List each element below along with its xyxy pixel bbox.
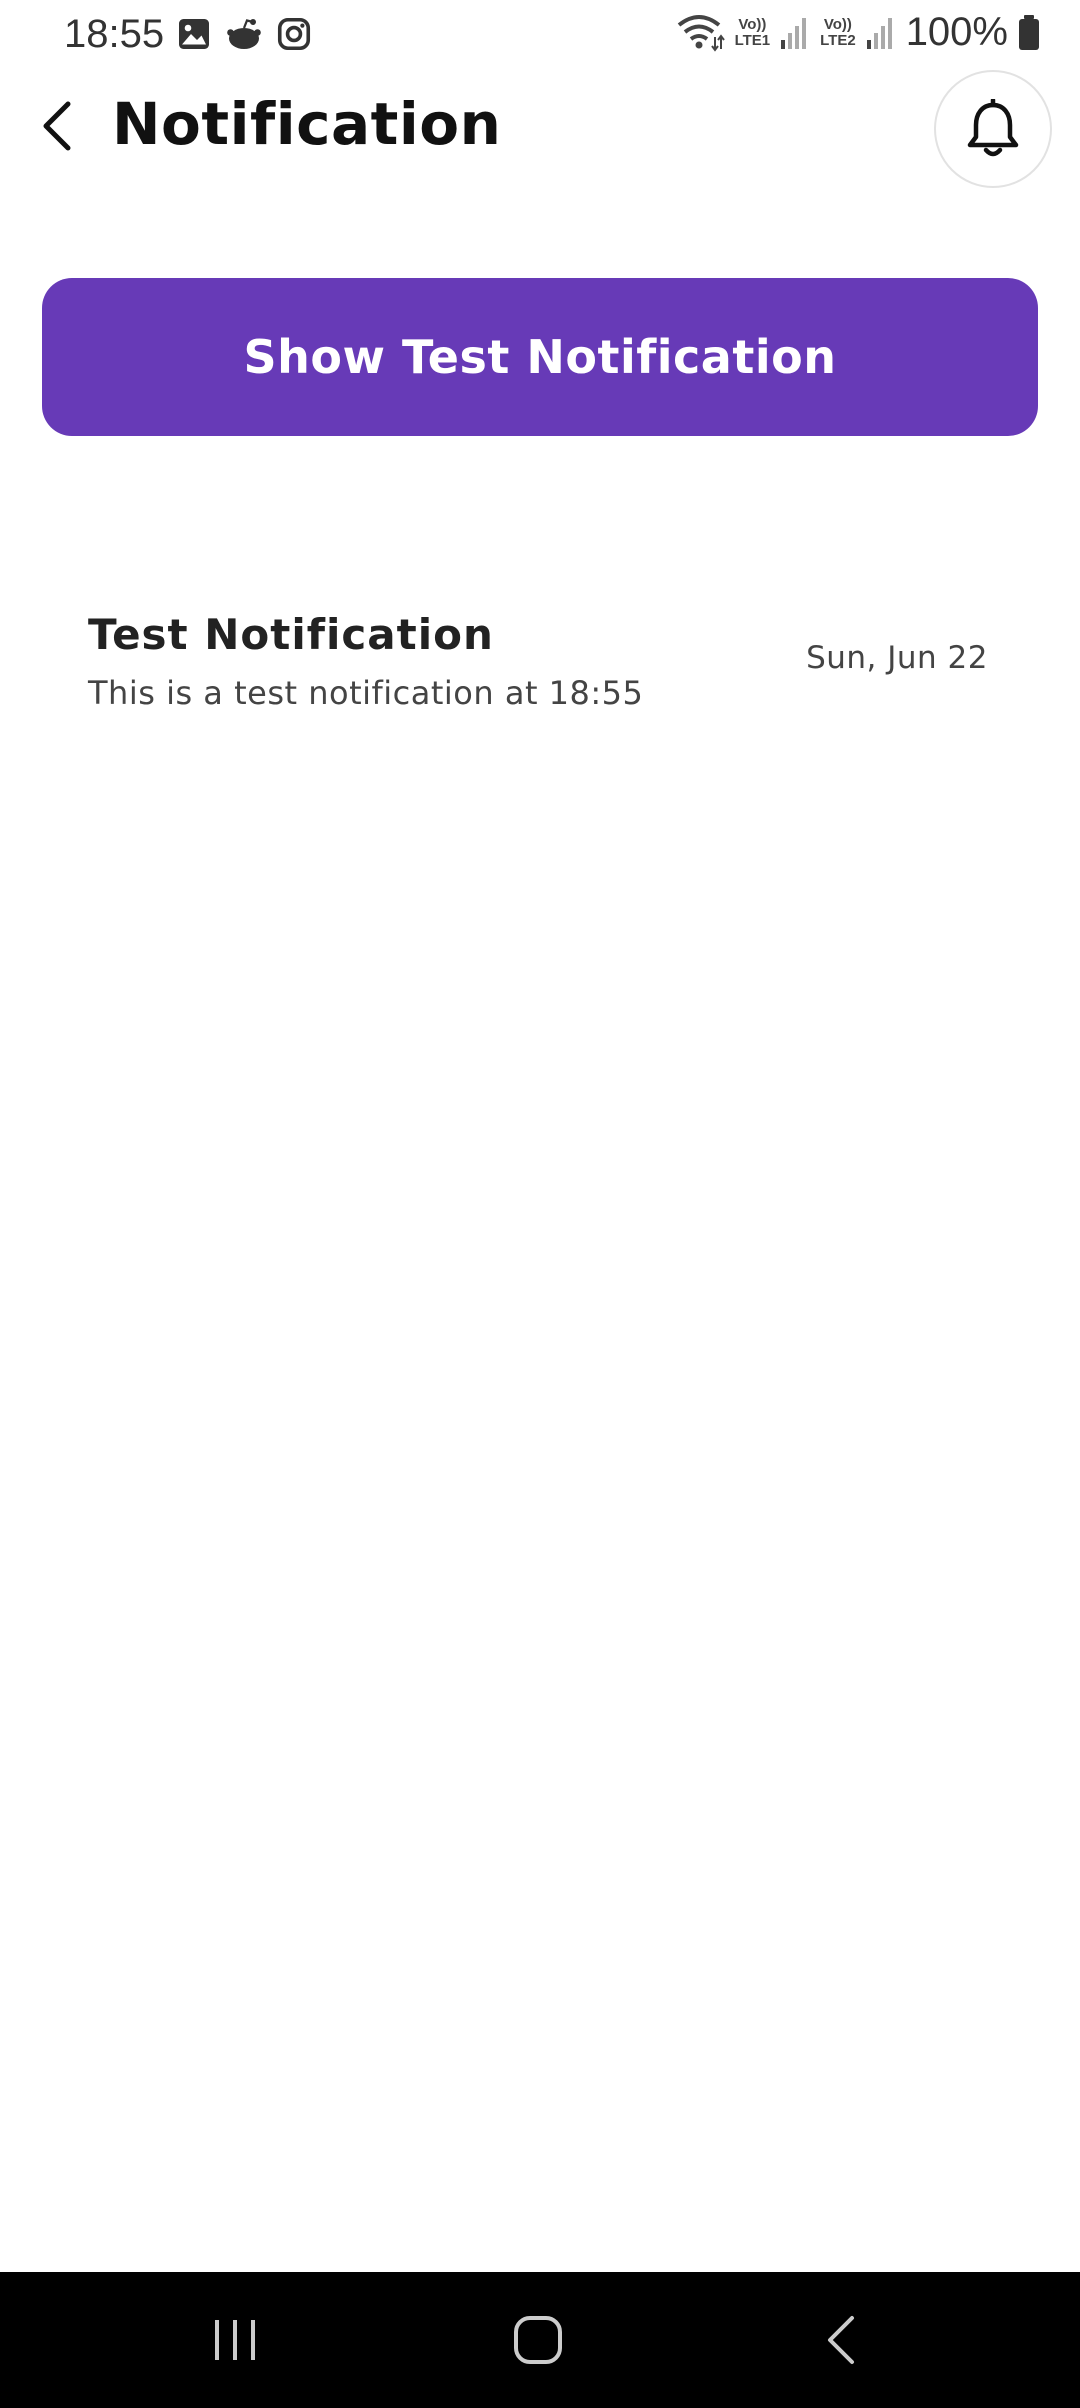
volte-label: Vo)) <box>738 15 767 33</box>
list-item[interactable]: Test Notification This is a test notific… <box>42 580 1038 740</box>
home-icon <box>514 2316 562 2364</box>
bell-icon <box>967 99 1019 157</box>
battery-percentage: 100% <box>905 10 1008 54</box>
status-system-icons: Vo)) LTE1 Vo)) LTE2 100% <box>675 10 1040 55</box>
home-button[interactable] <box>438 2272 638 2408</box>
instagram-icon <box>276 16 312 57</box>
recents-icon <box>215 2320 255 2360</box>
status-time: 18:55 <box>64 12 165 56</box>
status-bar: 18:55 Vo)) LTE1 Vo)) LTE2 100% <box>0 0 1080 70</box>
wifi-icon <box>675 13 725 53</box>
show-test-notification-button[interactable]: Show Test Notification <box>42 278 1038 436</box>
back-arrow-icon <box>828 2316 854 2364</box>
volte-label: Vo)) <box>823 15 852 33</box>
network-label-1: Vo)) LTE1 <box>734 15 771 49</box>
notification-bell-button[interactable] <box>934 70 1052 188</box>
notification-date: Sun, Jun 22 <box>806 640 988 676</box>
signal-icon-2 <box>866 16 896 50</box>
back-button[interactable] <box>30 98 86 154</box>
gallery-icon <box>176 16 212 57</box>
reddit-icon <box>226 16 262 57</box>
nav-back-button[interactable] <box>740 2272 940 2408</box>
notification-title: Test Notification <box>88 610 494 659</box>
lte-label: LTE1 <box>734 31 771 49</box>
system-navigation-bar <box>0 2272 1080 2408</box>
notification-body: This is a test notification at 18:55 <box>88 674 644 712</box>
lte-label: LTE2 <box>820 31 856 49</box>
chevron-left-icon <box>43 101 71 151</box>
screen: 18:55 Vo)) LTE1 Vo)) LTE2 100% Notificat… <box>0 0 1080 2408</box>
recents-button[interactable] <box>136 2272 336 2408</box>
app-header: Notification <box>0 70 1080 188</box>
battery-icon <box>1018 14 1040 51</box>
status-notification-icons <box>176 16 312 57</box>
network-label-2: Vo)) LTE2 <box>820 15 856 49</box>
page-title: Notification <box>112 90 502 158</box>
signal-icon-1 <box>780 16 810 50</box>
